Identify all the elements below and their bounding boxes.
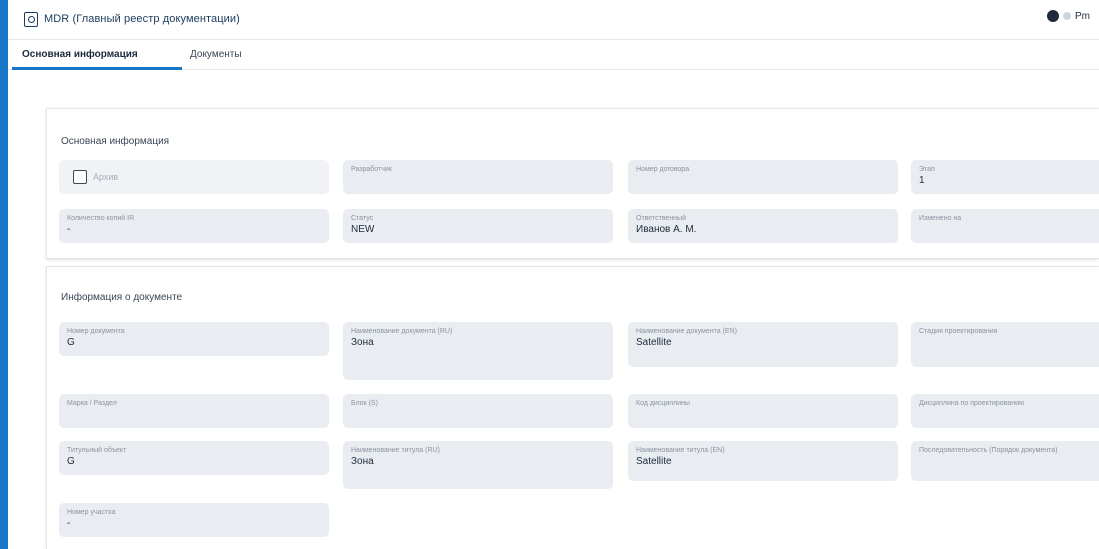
archive-checkbox-field[interactable]: Архив: [59, 160, 329, 194]
document-sequence-label: Последовательность (Порядок документа): [919, 447, 1058, 454]
contract-number-field[interactable]: Номер договора: [628, 160, 898, 194]
document-number-field[interactable]: Номер документа G: [59, 322, 329, 356]
block-field[interactable]: Блок (S): [343, 394, 613, 428]
developer-label: Разработчик: [351, 166, 392, 173]
discipline-code-label: Код дисциплины: [636, 400, 690, 407]
developer-field[interactable]: Разработчик: [343, 160, 613, 194]
modified-at-label: Изменено на: [919, 215, 962, 222]
user-avatar-icon[interactable]: [1047, 10, 1059, 22]
title-name-ru-field[interactable]: Наименование титула (RU) Зона: [343, 441, 613, 489]
title-object-field[interactable]: Титульный объект G: [59, 441, 329, 475]
copies-count-field[interactable]: Количество копий IR -: [59, 209, 329, 243]
document-name-ru-value: Зона: [351, 337, 374, 348]
archive-checkbox-label: Архив: [93, 172, 119, 182]
section-title-document: Информация о документе: [61, 292, 183, 303]
status-toggle-icon[interactable]: [1063, 12, 1071, 20]
mark-section-label: Марка / Раздел: [67, 400, 117, 407]
responsible-value: Иванов А. М.: [636, 224, 697, 235]
discipline-code-field[interactable]: Код дисциплины: [628, 394, 898, 428]
site-number-field[interactable]: Номер участка -: [59, 503, 329, 537]
left-accent-bar: [0, 0, 8, 549]
title-name-ru-value: Зона: [351, 456, 374, 467]
stage-value: 1: [919, 175, 925, 186]
user-name[interactable]: Pm: [1075, 11, 1099, 22]
status-value: NEW: [351, 224, 375, 235]
mark-section-field[interactable]: Марка / Раздел: [59, 394, 329, 428]
site-number-value: -: [67, 518, 71, 529]
status-label: Статус: [351, 215, 374, 222]
responsible-field[interactable]: Ответственный Иванов А. М.: [628, 209, 898, 243]
document-name-en-value: Satellite: [636, 337, 672, 348]
stage-label: Этап: [919, 166, 935, 173]
design-stage-field[interactable]: Стадия проектирования: [911, 322, 1099, 367]
header-bar: MDR (Главный реестр документации) Pm: [8, 0, 1099, 40]
user-menu[interactable]: Pm: [1047, 10, 1099, 22]
document-info-card: Информация о документе Номер документа G…: [46, 266, 1099, 549]
document-number-value: G: [67, 337, 75, 348]
design-discipline-label: Дисциплина по проектированию: [919, 400, 1025, 407]
document-name-ru-label: Наименование документа (RU): [351, 328, 453, 335]
stage-field[interactable]: Этап 1: [911, 160, 1099, 194]
section-title-main: Основная информация: [61, 136, 170, 147]
title-name-en-label: Наименование титула (EN): [636, 447, 725, 454]
copies-count-label: Количество копий IR: [67, 215, 135, 222]
archive-checkbox[interactable]: [73, 170, 87, 184]
document-name-en-field[interactable]: Наименование документа (EN) Satellite: [628, 322, 898, 367]
document-sequence-field[interactable]: Последовательность (Порядок документа): [911, 441, 1099, 481]
status-field[interactable]: Статус NEW: [343, 209, 613, 243]
title-name-ru-label: Наименование титула (RU): [351, 447, 440, 454]
title-object-label: Титульный объект: [67, 447, 127, 454]
app-window: MDR (Главный реестр документации) Pm Осн…: [8, 0, 1099, 549]
tab-bar: Основная информация Документы: [8, 40, 1099, 70]
document-name-en-label: Наименование документа (EN): [636, 328, 737, 335]
site-number-label: Номер участка: [67, 509, 116, 516]
responsible-label: Ответственный: [636, 215, 686, 222]
copies-count-value: -: [67, 224, 71, 235]
title-name-en-value: Satellite: [636, 456, 672, 467]
modified-at-field[interactable]: Изменено на: [911, 209, 1099, 243]
design-discipline-field[interactable]: Дисциплина по проектированию: [911, 394, 1099, 428]
document-name-ru-field[interactable]: Наименование документа (RU) Зона: [343, 322, 613, 380]
design-stage-label: Стадия проектирования: [919, 328, 998, 335]
title-object-value: G: [67, 456, 75, 467]
contract-number-label: Номер договора: [636, 166, 690, 173]
tab-main-info[interactable]: Основная информация: [22, 49, 138, 60]
tab-documents[interactable]: Документы: [190, 49, 242, 60]
title-name-en-field[interactable]: Наименование титула (EN) Satellite: [628, 441, 898, 481]
page-title: MDR (Главный реестр документации): [44, 13, 240, 25]
document-number-label: Номер документа: [67, 328, 125, 335]
block-label: Блок (S): [351, 400, 378, 407]
main-info-card: Основная информация Архив Разработчик Но…: [46, 108, 1099, 259]
active-tab-indicator: [12, 67, 182, 70]
document-icon: [24, 12, 38, 27]
